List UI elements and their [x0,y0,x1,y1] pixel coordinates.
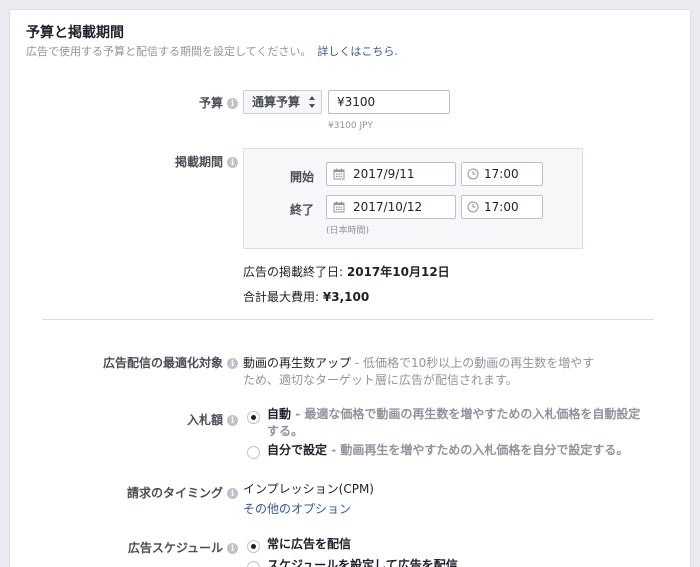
budget-type-label: 通算予算 [252,95,301,109]
budget-label: 予算 i [199,94,238,111]
max-cost-summary: 合計最大費用: ¥3,100 [243,288,369,305]
bid-manual-title: 自分で設定 [267,443,328,457]
end-date-input[interactable]: 2017/10/12 [326,195,456,219]
end-label: 終了 [290,203,315,217]
start-date-value: 2017/9/11 [353,167,415,181]
max-cost-summary-value: ¥3,100 [322,290,370,304]
schedule-box: 開始 2017/9/11 17:00 終了 2017/10/12 17:00 (… [243,148,583,249]
clock-icon [467,201,479,213]
updown-arrows-icon [309,96,315,108]
optimization-desc-1: - 低価格で10秒以上の動画の再生数を増やす [351,356,595,370]
info-icon[interactable]: i [227,415,238,426]
start-date-input[interactable]: 2017/9/11 [326,162,456,186]
end-time-input[interactable]: 17:00 [461,195,543,219]
section-subtitle: 広告で使用する予算と配信する期間を設定してください。 詳しくはこちら. [26,43,398,59]
budget-schedule-card: 予算と掲載期間 広告で使用する予算と配信する期間を設定してください。 詳しくはこち… [9,9,691,567]
billing-more-options-link[interactable]: その他のオプション [243,500,351,517]
ad-schedule-label-text: 広告スケジュール [127,541,223,555]
timezone-hint: (日本時間) [326,226,370,236]
billing-label: 請求のタイミング i [127,484,238,501]
bid-auto-desc-2: する。 [267,424,304,438]
ad-schedule-always-label[interactable]: 常に広告を配信 [267,536,351,553]
learn-more-link[interactable]: 詳しくはこちら. [317,45,398,58]
max-cost-summary-label: 合計最大費用: [243,290,320,304]
end-date-summary-value: 2017年10月12日 [346,265,450,279]
bid-auto-desc-1: - 最適な価格で動画の再生数を増やすための入札価格を自動設定 [291,407,641,421]
calendar-icon [333,201,345,213]
info-icon[interactable]: i [227,488,238,499]
bid-manual-desc: - 動画再生を増やすための入札価格を自分で設定する。 [327,443,629,457]
info-icon[interactable]: i [227,98,238,109]
budget-currency-hint: ¥3100 JPY [328,121,373,131]
bid-label-text: 入札額 [186,413,223,427]
schedule-label-text: 掲載期間 [174,155,223,169]
end-date-summary-label: 広告の掲載終了日: [243,265,344,279]
ad-schedule-label: 広告スケジュール i [128,539,238,556]
end-time-value: 17:00 [484,200,519,214]
optimization-label-text: 広告配信の最適化対象 [102,356,223,370]
optimization-value: 動画の再生数アップ - 低価格で10秒以上の動画の再生数を増やす ため、適切なタ… [243,355,623,389]
start-time-input[interactable]: 17:00 [461,162,543,186]
bid-auto-radio[interactable] [247,411,260,424]
bid-auto-title: 自動 [267,407,292,421]
optimization-desc-2: ため、適切なターゲット層に広告が配信されます。 [243,373,518,387]
info-icon[interactable]: i [227,358,238,369]
ad-schedule-always-radio[interactable] [247,540,260,553]
optimization-label: 広告配信の最適化対象 i [103,354,238,371]
info-icon[interactable]: i [227,543,238,554]
bid-manual-radio[interactable] [247,446,260,459]
ad-schedule-custom-label[interactable]: スケジュールを設定して広告を配信 [267,557,458,567]
clock-icon [467,168,479,180]
ad-schedule-custom-radio[interactable] [247,561,260,567]
budget-type-select[interactable]: 通算予算 [243,90,322,114]
schedule-label: 掲載期間 i [175,153,238,170]
section-divider [42,319,654,320]
info-icon[interactable]: i [227,157,238,168]
optimization-goal: 動画の再生数アップ [243,356,352,370]
bid-manual-option[interactable]: 自分で設定 - 動画再生を増やすための入札価格を自分で設定する。 [267,442,628,459]
budget-amount-input[interactable]: ¥3100 [328,90,450,114]
calendar-icon [333,168,345,180]
bid-label: 入札額 i [187,411,238,428]
billing-value: インプレッション(CPM) [243,482,374,496]
start-label: 開始 [290,170,315,184]
section-title: 予算と掲載期間 [26,25,124,41]
bid-auto-option[interactable]: 自動 - 最適な価格で動画の再生数を増やすための入札価格を自動設定 する。 [267,406,667,440]
end-date-summary: 広告の掲載終了日: 2017年10月12日 [243,263,450,280]
billing-label-text: 請求のタイミング [126,486,223,500]
budget-label-text: 予算 [198,96,223,110]
start-time-value: 17:00 [484,167,519,181]
end-date-value: 2017/10/12 [353,200,423,214]
section-subtitle-text: 広告で使用する予算と配信する期間を設定してください。 [26,45,312,58]
